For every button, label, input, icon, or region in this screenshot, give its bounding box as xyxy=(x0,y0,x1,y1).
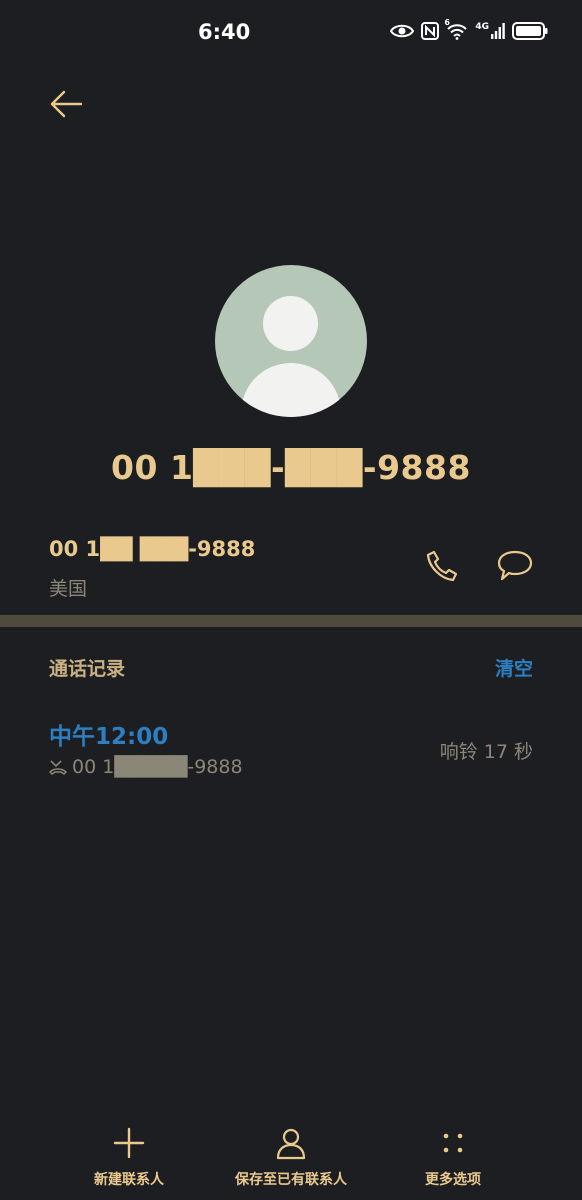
phone-region: 美国 xyxy=(49,578,88,600)
more-options-label: 更多选项 xyxy=(425,1172,481,1188)
contact-number-title: 00 1███-███-9888 xyxy=(111,448,471,487)
person-avatar-icon xyxy=(263,296,318,351)
new-contact-button[interactable]: 新建联系人 xyxy=(44,1125,214,1189)
phone-icon xyxy=(426,550,458,582)
save-to-existing-button[interactable]: 保存至已有联系人 xyxy=(206,1125,376,1189)
bottom-toolbar: 新建联系人 保存至已有联系人 更多选项 xyxy=(0,1125,582,1195)
call-time: 中午12:00 xyxy=(49,724,169,750)
call-number-wrap: 00 1█████-9888 xyxy=(49,756,243,778)
call-log-title: 通话记录 xyxy=(49,658,126,680)
call-duration: 响铃 17 秒 xyxy=(439,741,533,763)
call-button[interactable] xyxy=(425,549,459,583)
new-contact-label: 新建联系人 xyxy=(94,1172,164,1188)
save-to-existing-label: 保存至已有联系人 xyxy=(235,1172,347,1188)
call-number: 00 1█████-9888 xyxy=(72,756,243,778)
message-button[interactable] xyxy=(496,549,534,583)
person-icon xyxy=(206,1125,376,1161)
more-options-button[interactable]: 更多选项 xyxy=(368,1125,538,1189)
chat-bubble-icon xyxy=(497,550,533,581)
battery-icon xyxy=(512,22,548,40)
call-log-entry[interactable]: 中午12:00 00 1█████-9888 响铃 17 秒 xyxy=(49,715,533,785)
missed-call-icon xyxy=(49,760,67,775)
eye-icon xyxy=(390,23,415,39)
status-bar: 6:40 6 4G xyxy=(0,0,582,70)
avatar-body xyxy=(241,363,341,417)
section-divider xyxy=(0,615,582,627)
contact-avatar xyxy=(215,265,367,417)
status-icons: 6 4G xyxy=(390,18,548,40)
back-button[interactable] xyxy=(46,84,86,124)
arrow-left-icon xyxy=(50,90,83,118)
wifi-6-icon: 6 xyxy=(444,18,468,40)
wifi-generation-label: 6 xyxy=(444,18,450,27)
more-dots-icon xyxy=(368,1125,538,1161)
phone-number-row[interactable]: 00 1██ ███-9888 美国 xyxy=(49,533,542,603)
status-time: 6:40 xyxy=(198,20,251,44)
plus-icon xyxy=(44,1125,214,1161)
phone-number: 00 1██ ███-9888 xyxy=(49,537,256,561)
4g-signal-icon: 4G xyxy=(475,23,505,39)
nfc-icon xyxy=(421,22,440,40)
clear-button[interactable]: 清空 xyxy=(495,654,533,681)
network-type-label: 4G xyxy=(475,22,489,32)
